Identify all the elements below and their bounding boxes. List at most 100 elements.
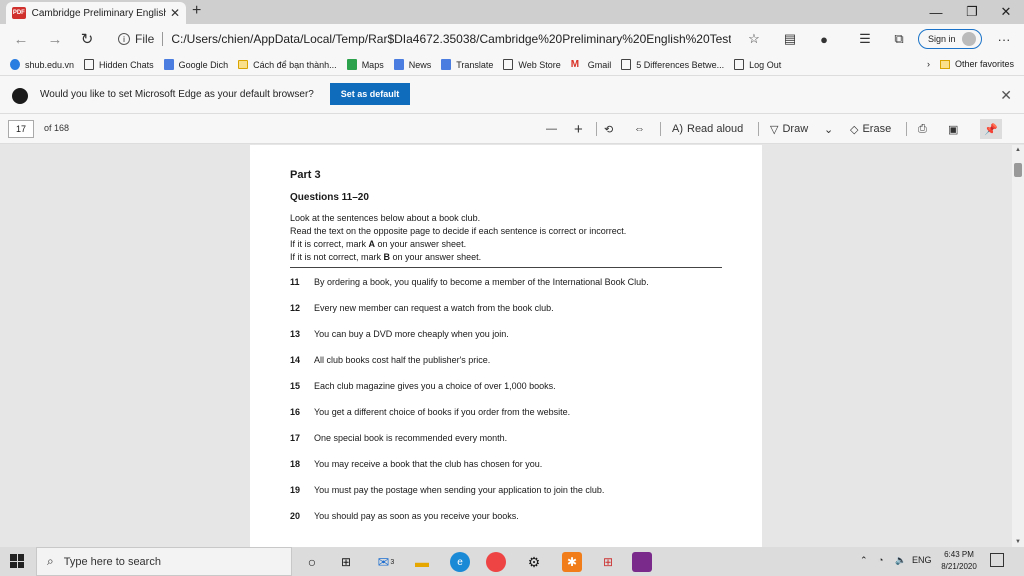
address-bar[interactable]: i File C:/Users/chien/AppData/Local/Temp… [108, 27, 773, 51]
language-indicator[interactable]: ENG [912, 555, 932, 565]
winrar-icon[interactable] [632, 552, 652, 572]
page-number-input[interactable]: 17 [8, 120, 34, 138]
question-item: 17 One special book is recommended every … [290, 433, 507, 443]
page-icon [734, 59, 745, 70]
favorite-shub[interactable]: shub.edu.vn [10, 59, 74, 70]
other-favorites[interactable]: › Other favorites [927, 59, 1014, 69]
fit-page-icon[interactable]: ⇔ [634, 120, 645, 138]
favorite-star-icon[interactable]: ☆ [744, 29, 764, 49]
favorite-label: Maps [361, 59, 384, 70]
page-icon [84, 59, 95, 70]
question-text: You can buy a DVD more cheaply when you … [314, 329, 509, 339]
pdf-viewport[interactable]: Part 3 Questions 11–20 Look at the sente… [0, 145, 1012, 547]
minimize-button[interactable]: — [918, 0, 954, 24]
draw-button[interactable]: ▽ Draw [770, 120, 808, 138]
favorite-label: Cách để bạn thành... [253, 59, 337, 70]
app-icon[interactable]: ✱ [562, 552, 582, 572]
question-number: 15 [290, 381, 301, 391]
instruction-line: Look at the sentences below about a book… [290, 213, 481, 223]
rotate-icon[interactable]: ⟲ [604, 120, 613, 138]
taskbar-search[interactable]: ⌕ Type here to search [36, 547, 292, 576]
question-item: 11 By ordering a book, you qualify to bec… [290, 277, 649, 287]
collections-icon[interactable]: ⧉ [889, 29, 909, 49]
close-window-button[interactable]: ✕ [988, 0, 1024, 24]
scrollbar-thumb[interactable] [1014, 163, 1022, 177]
close-icon[interactable]: ✕ [1000, 87, 1012, 104]
task-view-icon[interactable]: ⊞ [336, 552, 356, 572]
erase-button[interactable]: ◇ Erase [850, 120, 891, 138]
restore-button[interactable]: ❐ [954, 0, 990, 24]
favorite-translate[interactable]: Translate [441, 59, 493, 70]
clock-date: 8/21/2020 [941, 562, 977, 571]
zoom-out-button[interactable]: — [546, 120, 557, 138]
save-icon[interactable]: ▣ [948, 120, 958, 138]
taskbar: ⌕ Type here to search ○ ⊞ ✉ 3 ▬ e ⚙ ✱ ⊞ ⌃… [0, 547, 1024, 576]
read-aloud-button[interactable]: A) Read aloud [672, 120, 743, 138]
favorite-folder[interactable]: Cách để bạn thành... [238, 60, 337, 70]
info-icon[interactable]: i [118, 33, 130, 45]
question-text: One special book is recommended every mo… [314, 433, 508, 443]
new-tab-button[interactable]: + [192, 2, 201, 20]
cortana-icon[interactable]: ○ [302, 552, 322, 572]
extension-icon[interactable]: ● [814, 29, 834, 49]
scroll-up-icon[interactable]: ▲ [1015, 147, 1021, 153]
chevron-right-icon[interactable]: › [927, 59, 930, 69]
network-icon[interactable]: ◔ [878, 555, 883, 565]
question-item: 19 You must pay the postage when sending … [290, 485, 604, 495]
instructions: Look at the sentences below about a book… [290, 212, 626, 264]
draw-icon: ▽ [770, 123, 779, 136]
translate-icon [163, 59, 174, 70]
notification-icon[interactable] [990, 553, 1004, 567]
settings-gear-icon[interactable]: ⚙ [524, 552, 544, 572]
favorite-5-differences[interactable]: 5 Differences Betwe... [621, 59, 724, 70]
favorite-maps[interactable]: Maps [346, 59, 384, 70]
forward-button[interactable]: → [44, 28, 66, 50]
chrome-icon[interactable] [486, 552, 506, 572]
toolbar-divider [906, 122, 907, 136]
question-number: 12 [290, 303, 301, 313]
page-icon [621, 59, 632, 70]
url-text[interactable]: C:/Users/chien/AppData/Local/Temp/Rar$DI… [171, 32, 731, 46]
favorite-google-dich[interactable]: Google Dich [163, 59, 228, 70]
pdf-toolbar: 17 of 168 — + ⟲ ⇔ A) Read aloud ▽ Draw ⌄… [0, 114, 1024, 144]
tray-chevron-icon[interactable]: ⌃ [860, 555, 868, 566]
question-text: By ordering a book, you qualify to becom… [314, 277, 649, 287]
more-options-icon[interactable]: ··· [994, 29, 1014, 49]
file-explorer-icon[interactable]: ▬ [412, 552, 432, 572]
question-number: 13 [290, 329, 301, 339]
mail-icon[interactable]: ✉ 3 [376, 552, 396, 572]
app-icon[interactable]: ⊞ [598, 552, 618, 572]
refresh-button[interactable]: ↻ [76, 28, 98, 50]
favorite-web-store[interactable]: Web Store [503, 59, 561, 70]
browser-tab[interactable]: PDF Cambridge Preliminary English Te ✕ [6, 2, 186, 24]
zoom-in-button[interactable]: + [574, 120, 583, 138]
question-number: 16 [290, 407, 301, 417]
vertical-scrollbar[interactable]: ▲ ▼ [1012, 145, 1024, 547]
print-icon[interactable]: ⎙ [918, 120, 927, 138]
favorite-gmail[interactable]: M Gmail [571, 59, 612, 70]
pdf-icon: PDF [12, 7, 26, 19]
question-text: All club books cost half the publisher's… [314, 355, 491, 365]
instruction-line: If it is correct, mark A on your answer … [290, 239, 467, 249]
favorites-icon[interactable]: ☰ [855, 29, 875, 49]
windows-start-icon[interactable] [10, 554, 24, 568]
reading-view-icon[interactable]: ▤ [780, 29, 800, 49]
pin-toolbar-icon[interactable]: 📌 [980, 119, 1002, 139]
favorite-log-out[interactable]: Log Out [734, 59, 781, 70]
clock[interactable]: 6:43 PM 8/21/2020 [934, 549, 984, 573]
edge-icon[interactable]: e [450, 552, 470, 572]
close-tab-icon[interactable]: ✕ [170, 6, 180, 20]
favorite-news[interactable]: News [393, 59, 431, 70]
volume-icon[interactable]: 🔈 [895, 555, 906, 566]
question-text: Every new member can request a watch fro… [314, 303, 554, 313]
toolbar-divider [758, 122, 759, 136]
chevron-down-icon[interactable]: ⌄ [824, 120, 833, 138]
sign-in-button[interactable]: Sign in [918, 29, 982, 49]
back-button[interactable]: ← [10, 28, 32, 50]
set-as-default-button[interactable]: Set as default [330, 83, 410, 105]
favorite-hidden-chats[interactable]: Hidden Chats [84, 59, 154, 70]
scroll-down-icon[interactable]: ▼ [1015, 539, 1021, 545]
address-scheme-label: File [135, 32, 155, 46]
sign-in-label: Sign in [928, 34, 956, 44]
question-item: 16 You get a different choice of books if… [290, 407, 570, 417]
